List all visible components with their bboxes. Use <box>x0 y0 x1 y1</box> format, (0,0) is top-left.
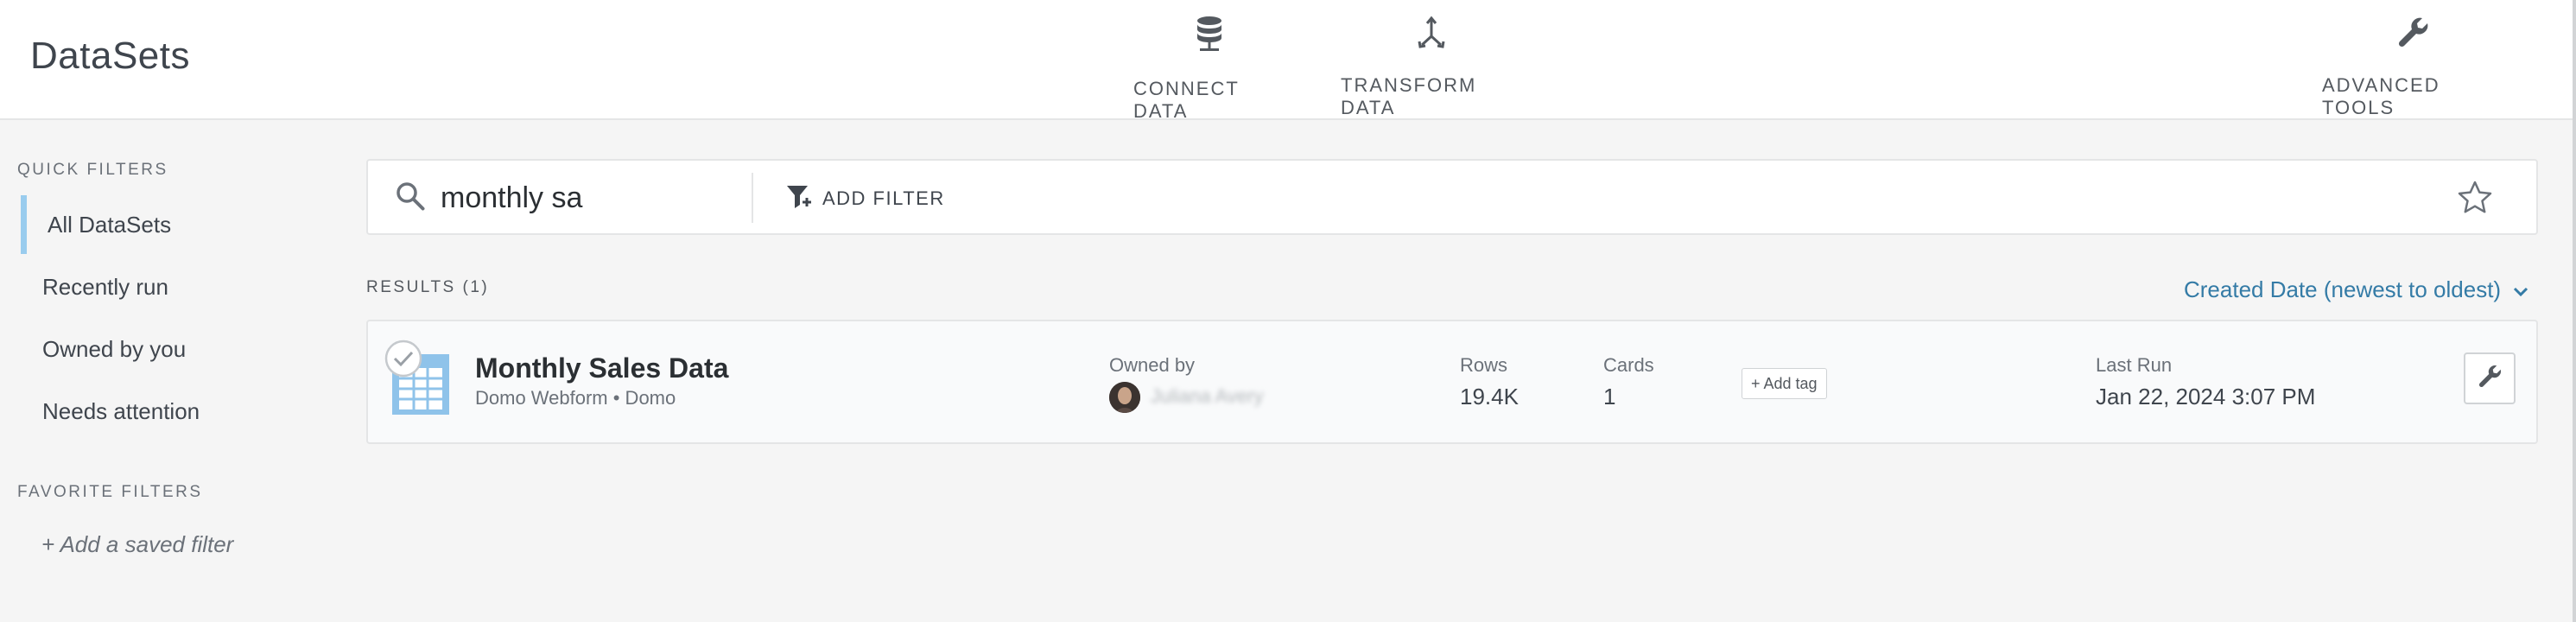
cards-value: 1 <box>1603 384 1616 409</box>
rows-label: Rows <box>1460 354 1508 376</box>
sort-label: Created Date (newest to oldest) <box>2184 276 2502 302</box>
merge-arrows-icon <box>1414 16 1449 50</box>
last-run-label: Last Run <box>2096 354 2173 376</box>
sidebar-item-needs-attention[interactable]: Needs attention <box>21 382 314 441</box>
cards-label: Cards <box>1603 354 1654 376</box>
quick-filters-heading: QUICK FILTERS <box>17 161 168 179</box>
add-filter-label: ADD FILTER <box>822 187 945 209</box>
add-tag-button[interactable]: + Add tag <box>1742 368 1827 399</box>
add-saved-filter-link[interactable]: + Add a saved filter <box>41 531 233 558</box>
page-title: DataSets <box>30 35 190 77</box>
avatar[interactable] <box>1109 382 1140 413</box>
dataset-source: Domo Webform • Domo <box>475 387 676 409</box>
dataset-name[interactable]: Monthly Sales Data <box>475 352 728 384</box>
transform-data-label: TRANSFORM DATA <box>1341 74 1477 118</box>
window-edge <box>2573 0 2576 622</box>
advanced-tools-label: ADVANCED TOOLS <box>2322 74 2440 118</box>
search-bar: ADD FILTER <box>366 159 2538 235</box>
results-count: RESULTS (1) <box>366 278 490 296</box>
advanced-tools-button[interactable]: ADVANCED TOOLS <box>2322 16 2503 118</box>
search-divider <box>752 173 753 223</box>
connect-data-button[interactable]: CONNECT DATA <box>1133 16 1285 122</box>
chevron-down-icon <box>2513 276 2528 303</box>
database-icon <box>1192 16 1227 54</box>
last-run-value: Jan 22, 2024 3:07 PM <box>2096 384 2316 409</box>
add-filter-button[interactable]: ADD FILTER <box>786 183 945 214</box>
select-checkbox-icon[interactable] <box>384 339 423 378</box>
sidebar-item-all-datasets[interactable]: All DataSets <box>21 195 314 254</box>
sidebar-item-owned-by-you[interactable]: Owned by you <box>21 320 314 378</box>
search-icon <box>394 180 428 214</box>
wrench-icon <box>2395 16 2430 50</box>
rows-value: 19.4K <box>1460 384 1519 409</box>
owned-by-label: Owned by <box>1109 354 1196 376</box>
dataset-tools-button[interactable] <box>2464 352 2516 404</box>
transform-data-button[interactable]: TRANSFORM DATA <box>1341 16 1522 118</box>
owner-name[interactable]: Juliana Avery <box>1151 385 1263 408</box>
dataset-row[interactable]: Monthly Sales Data Domo Webform • Domo O… <box>366 320 2538 444</box>
connect-data-label: CONNECT DATA <box>1133 78 1240 122</box>
sort-dropdown[interactable]: Created Date (newest to oldest) <box>2184 276 2528 303</box>
sidebar-item-recently-run[interactable]: Recently run <box>21 257 314 316</box>
favorite-star-icon[interactable] <box>2455 178 2495 218</box>
sidebar: QUICK FILTERS All DataSets Recently run … <box>0 122 346 622</box>
top-header: DataSets CONNECT DATA TRANSFORM DATA ADV… <box>0 0 2576 122</box>
favorite-filters-heading: FAVORITE FILTERS <box>17 483 203 501</box>
search-input[interactable] <box>441 176 1097 219</box>
wrench-icon <box>2477 364 2503 394</box>
filter-plus-icon <box>786 184 814 214</box>
